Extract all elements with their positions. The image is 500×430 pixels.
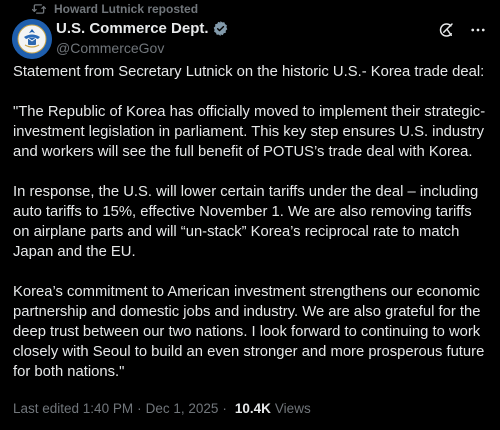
author-handle[interactable]: @CommerceGov <box>56 40 229 56</box>
repost-text: Howard Lutnick reposted <box>54 2 199 16</box>
department-of-commerce-seal <box>12 19 52 59</box>
views-label: Views <box>274 401 311 416</box>
grok-icon[interactable] <box>436 20 456 40</box>
post-paragraph: In response, the U.S. will lower certain… <box>13 184 479 260</box>
post-paragraph: "The Republic of Korea has officially mo… <box>13 104 486 160</box>
post-text: Statement from Secretary Lutnick on the … <box>13 62 491 382</box>
meta-separator: · <box>137 401 142 416</box>
edited-timestamp[interactable]: Last edited 1:40 PM <box>13 401 133 416</box>
avatar[interactable] <box>12 19 52 59</box>
post-date[interactable]: Dec 1, 2025 <box>146 401 219 416</box>
meta-separator: · <box>222 401 227 416</box>
author-block[interactable]: U.S. Commerce Dept. @CommerceGov <box>56 19 229 56</box>
post-meta: Last edited 1:40 PM · Dec 1, 2025 · 10.4… <box>13 401 311 416</box>
verified-badge-icon[interactable] <box>212 20 229 37</box>
views-count[interactable]: 10.4K <box>235 401 271 416</box>
post-top-actions <box>436 20 488 40</box>
repost-icon <box>32 3 46 15</box>
author-display-name[interactable]: U.S. Commerce Dept. <box>56 20 209 37</box>
post-paragraph: Statement from Secretary Lutnick on the … <box>13 64 485 80</box>
more-options-icon[interactable] <box>468 20 488 40</box>
repost-indicator[interactable]: Howard Lutnick reposted <box>32 2 198 16</box>
post-paragraph: Korea’s commitment to American investmen… <box>13 284 485 380</box>
